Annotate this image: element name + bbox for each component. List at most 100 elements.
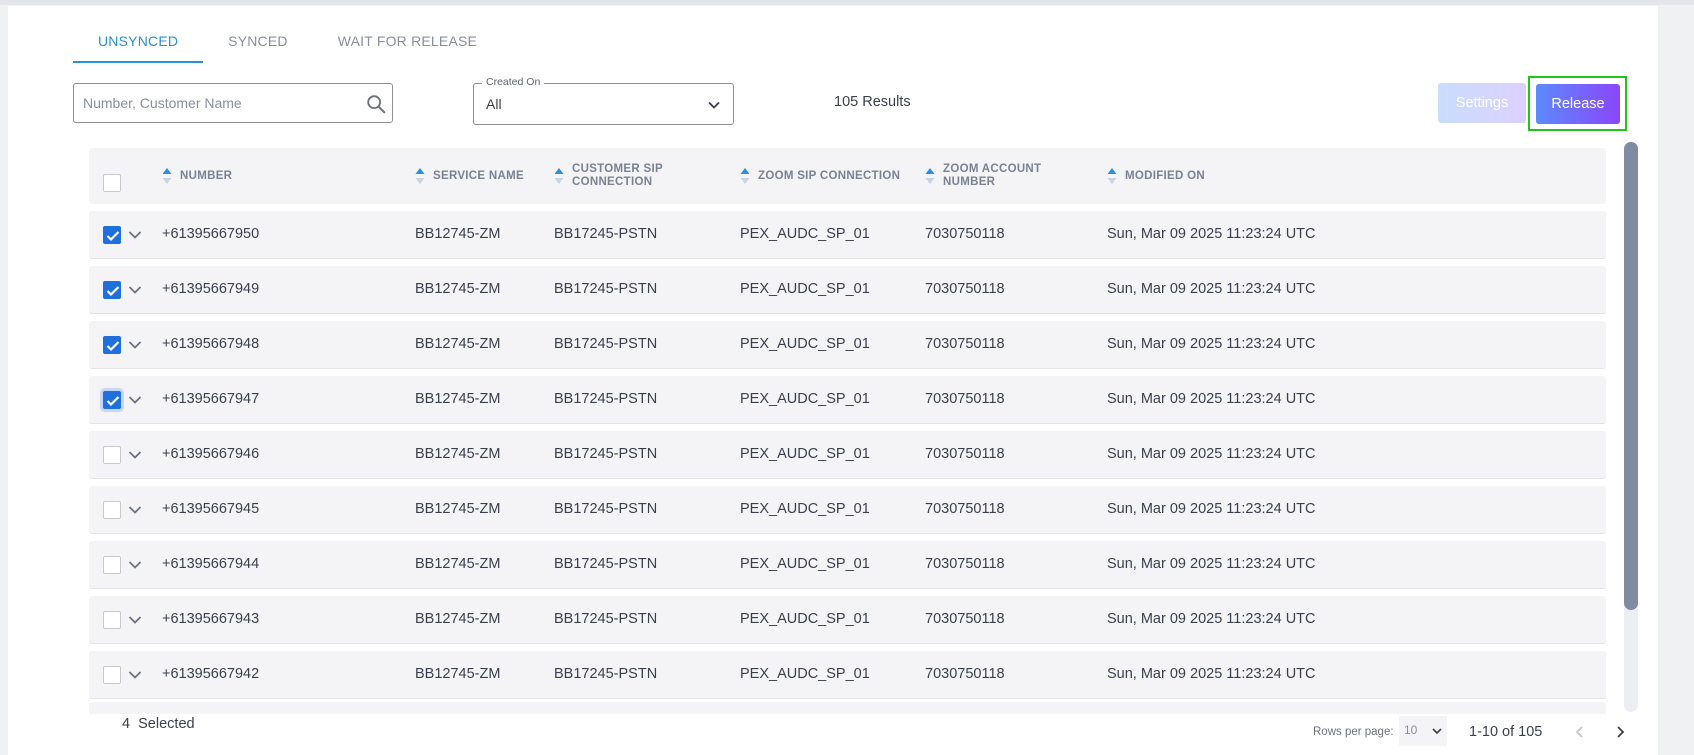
cell-number: +61395667950 (162, 226, 260, 242)
column-header-zoom-account[interactable]: ZOOM ACCOUNT NUMBER (925, 148, 1041, 204)
cell-zoom-sip: PEX_AUDC_SP_01 (740, 556, 870, 572)
created-on-value: All (486, 96, 502, 112)
select-all-checkbox[interactable] (103, 174, 121, 192)
cell-modified-on: Sun, Mar 09 2025 11:23:24 UTC (1107, 336, 1316, 352)
cell-customer-sip: BB17245-PSTN (554, 446, 658, 462)
table-row[interactable]: +61395667944 BB12745-ZM BB17245-PSTN PEX_AU… (89, 541, 1606, 589)
chevron-left-icon[interactable] (1572, 724, 1588, 740)
row-checkbox[interactable] (103, 226, 121, 244)
cell-number: +61395667943 (162, 611, 260, 627)
cell-service-name: BB12745-ZM (415, 501, 501, 517)
tab-unsynced[interactable]: UNSYNCED (73, 26, 204, 63)
tab-bar: UNSYNCED SYNCED WAIT FOR RELEASE (73, 26, 502, 63)
tab-wait-for-release[interactable]: WAIT FOR RELEASE (313, 26, 502, 63)
cell-service-name: BB12745-ZM (415, 666, 501, 682)
column-label: SERVICE NAME (433, 169, 524, 182)
cell-zoom-sip: PEX_AUDC_SP_01 (740, 666, 870, 682)
results-count: 105 Results (834, 94, 911, 110)
table-row[interactable]: +61395667943 BB12745-ZM BB17245-PSTN PEX_AU… (89, 596, 1606, 644)
created-on-label: Created On (482, 76, 545, 88)
column-header-number[interactable]: NUMBER (162, 148, 232, 204)
row-checkbox[interactable] (103, 336, 121, 354)
row-checkbox[interactable] (103, 666, 121, 684)
table-row[interactable]: +61395667950 BB12745-ZM BB17245-PSTN PEX_AU… (89, 211, 1606, 259)
expand-chevron-icon[interactable] (128, 283, 142, 297)
cell-modified-on: Sun, Mar 09 2025 11:23:24 UTC (1107, 446, 1316, 462)
row-checkbox[interactable] (103, 501, 121, 519)
cell-zoom-account: 7030750118 (925, 446, 1005, 462)
row-checkbox[interactable] (103, 446, 121, 464)
cell-zoom-sip: PEX_AUDC_SP_01 (740, 391, 870, 407)
column-header-modified-on[interactable]: MODIFIED ON (1107, 148, 1205, 204)
chevron-right-icon[interactable] (1612, 724, 1628, 740)
expand-chevron-icon[interactable] (128, 338, 142, 352)
selected-count-number: 4 (122, 716, 131, 732)
column-label: MODIFIED ON (1125, 169, 1205, 182)
rows-per-page-select[interactable]: 10 (1399, 716, 1447, 746)
rows-per-page-label: Rows per page: (1313, 726, 1394, 738)
table-row[interactable]: +61395667946 BB12745-ZM BB17245-PSTN PEX_AU… (89, 431, 1606, 479)
expand-chevron-icon[interactable] (128, 558, 142, 572)
expand-chevron-icon[interactable] (128, 228, 142, 242)
cell-modified-on: Sun, Mar 09 2025 11:23:24 UTC (1107, 281, 1316, 297)
pagination-range: 1-10 of 105 (1469, 724, 1543, 740)
table-row[interactable]: +61395667942 BB12745-ZM BB17245-PSTN PEX_AU… (89, 651, 1606, 699)
cell-service-name: BB12745-ZM (415, 336, 501, 352)
column-header-customer-sip[interactable]: CUSTOMER SIP CONNECTION (554, 148, 663, 204)
rows-per-page-value: 10 (1404, 723, 1418, 737)
cell-zoom-account: 7030750118 (925, 281, 1005, 297)
right-gutter (1658, 6, 1694, 755)
sort-icon (162, 168, 172, 184)
table-row[interactable]: +61395667945 BB12745-ZM BB17245-PSTN PEX_AU… (89, 486, 1606, 534)
selected-count: 4 Selected (122, 716, 195, 732)
cell-service-name: BB12745-ZM (415, 556, 501, 572)
cell-number: +61395667949 (162, 281, 260, 297)
cell-customer-sip: BB17245-PSTN (554, 281, 658, 297)
sort-icon (925, 168, 935, 184)
expand-chevron-icon[interactable] (128, 503, 142, 517)
table-row[interactable]: +61395667949 BB12745-ZM BB17245-PSTN PEX_AU… (89, 266, 1606, 314)
column-label-line: ZOOM ACCOUNT (943, 163, 1042, 175)
release-button[interactable]: Release (1536, 84, 1620, 124)
expand-chevron-icon[interactable] (128, 668, 142, 682)
row-checkbox[interactable] (103, 611, 121, 629)
expand-chevron-icon[interactable] (128, 393, 142, 407)
row-checkbox[interactable] (103, 391, 121, 409)
column-header-service-name[interactable]: SERVICE NAME (415, 148, 524, 204)
cell-service-name: BB12745-ZM (415, 226, 501, 242)
cell-zoom-account: 7030750118 (925, 336, 1005, 352)
release-highlight: Release (1528, 76, 1627, 131)
cell-zoom-sip: PEX_AUDC_SP_01 (740, 501, 870, 517)
column-label: ZOOM SIP CONNECTION (758, 169, 901, 182)
selected-count-label: Selected (138, 716, 195, 732)
cell-zoom-account: 7030750118 (925, 391, 1005, 407)
cell-customer-sip: BB17245-PSTN (554, 336, 658, 352)
expand-chevron-icon[interactable] (128, 613, 142, 627)
search-icon[interactable] (365, 93, 387, 115)
cell-customer-sip: BB17245-PSTN (554, 226, 658, 242)
cell-zoom-sip: PEX_AUDC_SP_01 (740, 226, 870, 242)
sort-icon (740, 168, 750, 184)
column-label-line: CUSTOMER SIP (572, 163, 663, 175)
cell-service-name: BB12745-ZM (415, 611, 501, 627)
row-checkbox[interactable] (103, 556, 121, 574)
row-checkbox[interactable] (103, 281, 121, 299)
created-on-select[interactable]: Created On All (473, 76, 734, 125)
expand-chevron-icon[interactable] (128, 448, 142, 462)
table-row[interactable]: +61395667948 BB12745-ZM BB17245-PSTN PEX_AU… (89, 321, 1606, 369)
cell-zoom-account: 7030750118 (925, 556, 1005, 572)
scrollbar-thumb[interactable] (1624, 142, 1638, 610)
cell-number: +61395667944 (162, 556, 260, 572)
settings-button[interactable]: Settings (1438, 83, 1526, 123)
cell-service-name: BB12745-ZM (415, 391, 501, 407)
search-input[interactable] (74, 84, 354, 122)
tab-synced[interactable]: SYNCED (203, 26, 313, 63)
table-row[interactable]: +61395667947 BB12745-ZM BB17245-PSTN PEX_AU… (89, 376, 1606, 424)
cell-modified-on: Sun, Mar 09 2025 11:23:24 UTC (1107, 611, 1316, 627)
cell-zoom-account: 7030750118 (925, 611, 1005, 627)
cell-customer-sip: BB17245-PSTN (554, 666, 658, 682)
cell-number: +61395667946 (162, 446, 260, 462)
column-header-zoom-sip[interactable]: ZOOM SIP CONNECTION (740, 148, 900, 204)
cell-zoom-account: 7030750118 (925, 501, 1005, 517)
cell-modified-on: Sun, Mar 09 2025 11:23:24 UTC (1107, 391, 1316, 407)
